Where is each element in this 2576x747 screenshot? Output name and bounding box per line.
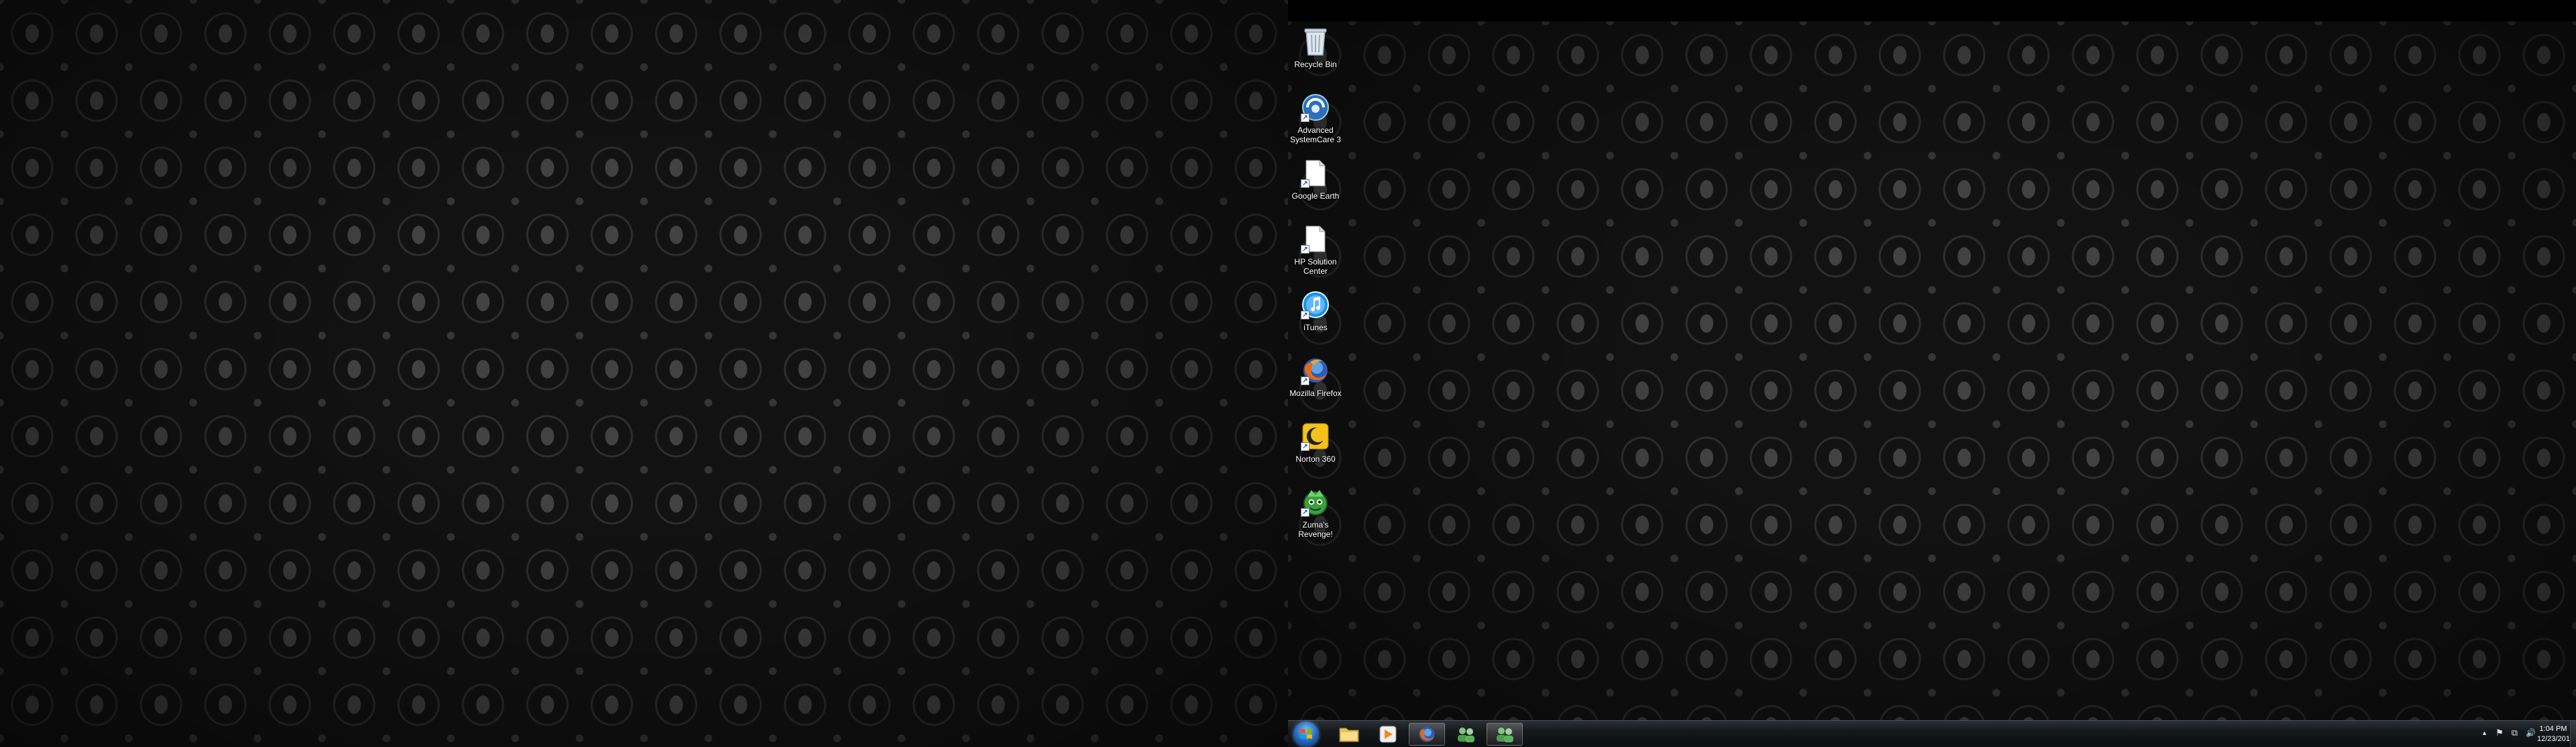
desktop-icon-label: Norton 360 — [1295, 454, 1336, 464]
firefox-icon — [1419, 726, 1435, 742]
volume-icon[interactable]: 🔊 — [2526, 728, 2536, 738]
action-center-icon[interactable]: ⚑ — [2496, 728, 2504, 738]
shortcut-arrow-icon: ↗ — [1301, 377, 1309, 385]
desktop-icon-label: Advanced SystemCare 3 — [1289, 126, 1342, 144]
desktop-icon-label: Recycle Bin — [1294, 60, 1337, 69]
windows-logo-icon — [1300, 729, 1312, 739]
windows-explorer-button[interactable] — [1331, 723, 1367, 746]
desktop-icon-itunes[interactable]: ↗ iTunes — [1289, 289, 1342, 354]
desktop-icon-google-earth[interactable]: ↗ Google Earth — [1289, 157, 1342, 223]
show-desktop-button[interactable] — [2570, 721, 2576, 747]
desktop-icon-label: iTunes — [1303, 323, 1328, 332]
recycle-bin-icon — [1299, 26, 1332, 58]
clock-date: 12/23/2011 — [2537, 735, 2574, 743]
desktop-icon-label: Google Earth — [1291, 191, 1340, 201]
network-users-button[interactable] — [1448, 723, 1484, 746]
users-icon — [1458, 728, 1474, 742]
network-users-button-2[interactable] — [1487, 723, 1523, 746]
shortcut-arrow-icon: ↗ — [1301, 311, 1309, 319]
clock-time: 1:04 PM — [2539, 725, 2567, 733]
left-monitor-wallpaper — [0, 0, 1288, 747]
desktop-icon-label: Zuma's Revenge! — [1298, 520, 1333, 539]
desktop-icon-label: Mozilla Firefox — [1289, 389, 1342, 398]
zuma-icon: ↗ — [1299, 486, 1332, 518]
desktop: Recycle Bin ↗ Advanced SystemCare 3 ↗ Go… — [0, 0, 2576, 747]
desktop-icon-zumas-revenge[interactable]: ↗ Zuma's Revenge! — [1289, 486, 1342, 552]
advanced-systemcare-icon: ↗ — [1299, 91, 1332, 123]
desktop-icon-norton-360[interactable]: ↗ Norton 360 — [1289, 420, 1342, 486]
desktop-icon-hp-solution-center[interactable]: ↗ HP Solution Center — [1289, 223, 1342, 289]
firefox-icon: ↗ — [1299, 354, 1332, 387]
shortcut-arrow-icon: ↗ — [1301, 113, 1309, 122]
shortcut-arrow-icon: ↗ — [1301, 442, 1309, 451]
start-button[interactable] — [1293, 721, 1319, 747]
show-hidden-icons-button[interactable]: ▲ — [2481, 730, 2487, 736]
firefox-button[interactable] — [1409, 723, 1445, 746]
blank-document-icon: ↗ — [1299, 223, 1332, 255]
shortcut-arrow-icon: ↗ — [1301, 508, 1309, 517]
itunes-icon: ↗ — [1299, 289, 1332, 321]
taskbar: ▲ ⚑ ⧉ 🔊 1:04 PM 12/23/2011 — [1288, 720, 2576, 747]
folder-icon — [1339, 728, 1359, 742]
desktop-icon-advanced-systemcare[interactable]: ↗ Advanced SystemCare 3 — [1289, 91, 1342, 157]
users-icon — [1497, 728, 1513, 742]
media-player-button[interactable] — [1370, 723, 1406, 746]
shortcut-arrow-icon: ↗ — [1301, 245, 1309, 254]
media-player-icon — [1379, 726, 1397, 743]
clock[interactable]: 1:04 PM 12/23/2011 — [2537, 724, 2574, 744]
right-monitor-wallpaper — [1288, 21, 2576, 747]
desktop-icon-label: HP Solution Center — [1294, 257, 1337, 276]
notification-area: ▲ ⚑ ⧉ 🔊 — [2481, 728, 2536, 738]
shortcut-arrow-icon: ↗ — [1301, 179, 1309, 188]
desktop-icons: Recycle Bin ↗ Advanced SystemCare 3 ↗ Go… — [1289, 26, 1342, 552]
blank-document-icon: ↗ — [1299, 157, 1332, 189]
network-icon[interactable]: ⧉ — [2512, 728, 2518, 738]
norton-icon: ↗ — [1299, 420, 1332, 452]
desktop-icon-recycle-bin[interactable]: Recycle Bin — [1289, 26, 1342, 91]
desktop-icon-firefox[interactable]: ↗ Mozilla Firefox — [1289, 354, 1342, 420]
